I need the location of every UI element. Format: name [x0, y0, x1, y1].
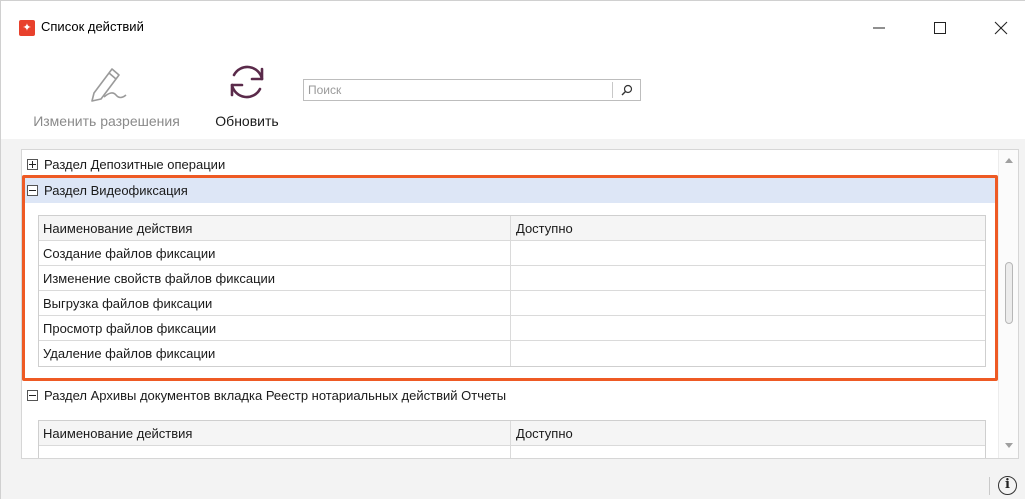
scrollbar-thumb[interactable]	[1005, 262, 1013, 324]
available-cell[interactable]	[511, 341, 985, 366]
refresh-icon	[222, 49, 272, 107]
actions-tree-panel: Раздел Депозитные операции Раздел Видеоф…	[21, 149, 1019, 459]
action-name	[39, 446, 511, 458]
collapse-minus-icon[interactable]	[27, 390, 38, 401]
search-button[interactable]	[616, 81, 638, 99]
group-label: Раздел Депозитные операции	[44, 157, 226, 172]
maximize-icon	[934, 22, 946, 34]
scroll-up-arrow-icon[interactable]	[1005, 158, 1013, 163]
info-icon[interactable]: i	[998, 476, 1017, 495]
grid-header: Наименование действия Доступно	[39, 421, 985, 446]
minimize-button[interactable]	[859, 13, 899, 43]
column-header-action[interactable]: Наименование действия	[39, 216, 511, 240]
table-row[interactable]: Просмотр файлов фиксации	[39, 316, 985, 341]
column-header-action[interactable]: Наименование действия	[39, 421, 511, 445]
search-separator	[612, 82, 613, 98]
action-name: Создание файлов фиксации	[39, 241, 511, 265]
window-title: Список действий	[41, 19, 144, 34]
edit-permissions-label: Изменить разрешения	[33, 113, 180, 129]
table-row[interactable]: Изменение свойств файлов фиксации	[39, 266, 985, 291]
scroll-down-arrow-icon[interactable]	[1005, 443, 1013, 448]
close-button[interactable]	[981, 13, 1021, 43]
table-row[interactable]: Создание файлов фиксации	[39, 241, 985, 266]
collapse-minus-icon[interactable]	[27, 185, 38, 196]
action-name: Удаление файлов фиксации	[39, 341, 511, 366]
action-name: Изменение свойств файлов фиксации	[39, 266, 511, 290]
grid-header: Наименование действия Доступно	[39, 216, 985, 241]
window: ✦ Список действий Изменить разрешения Об…	[0, 0, 1025, 499]
pen-signature-icon	[82, 49, 132, 107]
edit-permissions-button[interactable]: Изменить разрешения	[19, 49, 194, 129]
group-row-archives[interactable]: Раздел Архивы документов вкладка Реестр …	[22, 383, 998, 408]
group-label: Раздел Видеофиксация	[44, 183, 188, 198]
search-box	[303, 79, 641, 101]
group-row-deposit[interactable]: Раздел Депозитные операции	[22, 152, 998, 177]
close-icon	[994, 21, 1008, 35]
minimize-icon	[873, 27, 885, 29]
column-header-available[interactable]: Доступно	[511, 421, 985, 445]
refresh-label: Обновить	[215, 113, 279, 129]
available-cell[interactable]	[511, 291, 985, 315]
video-actions-grid: Наименование действия Доступно Создание …	[38, 215, 986, 367]
group-label: Раздел Архивы документов вкладка Реестр …	[44, 388, 507, 403]
table-row[interactable]: Выгрузка файлов фиксации	[39, 291, 985, 316]
expand-plus-icon[interactable]	[27, 159, 38, 170]
search-input[interactable]	[304, 80, 612, 100]
table-row-clipped[interactable]	[39, 446, 985, 458]
maximize-button[interactable]	[920, 13, 960, 43]
vertical-scrollbar[interactable]	[998, 150, 1018, 458]
search-icon	[621, 84, 633, 96]
app-logo-icon: ✦	[19, 20, 35, 36]
available-cell[interactable]	[511, 316, 985, 340]
available-cell[interactable]	[511, 266, 985, 290]
group-row-video[interactable]: Раздел Видеофиксация	[22, 178, 998, 203]
status-separator	[989, 477, 990, 495]
column-header-available[interactable]: Доступно	[511, 216, 985, 240]
archives-actions-grid: Наименование действия Доступно	[38, 420, 986, 458]
available-cell[interactable]	[511, 446, 985, 458]
table-row[interactable]: Удаление файлов фиксации	[39, 341, 985, 366]
available-cell[interactable]	[511, 241, 985, 265]
refresh-button[interactable]: Обновить	[207, 49, 287, 129]
status-bar: i	[1, 471, 1025, 499]
title-bar: ✦ Список действий	[1, 1, 1025, 49]
action-name: Выгрузка файлов фиксации	[39, 291, 511, 315]
toolbar: Изменить разрешения Обновить	[1, 49, 1025, 139]
action-name: Просмотр файлов фиксации	[39, 316, 511, 340]
